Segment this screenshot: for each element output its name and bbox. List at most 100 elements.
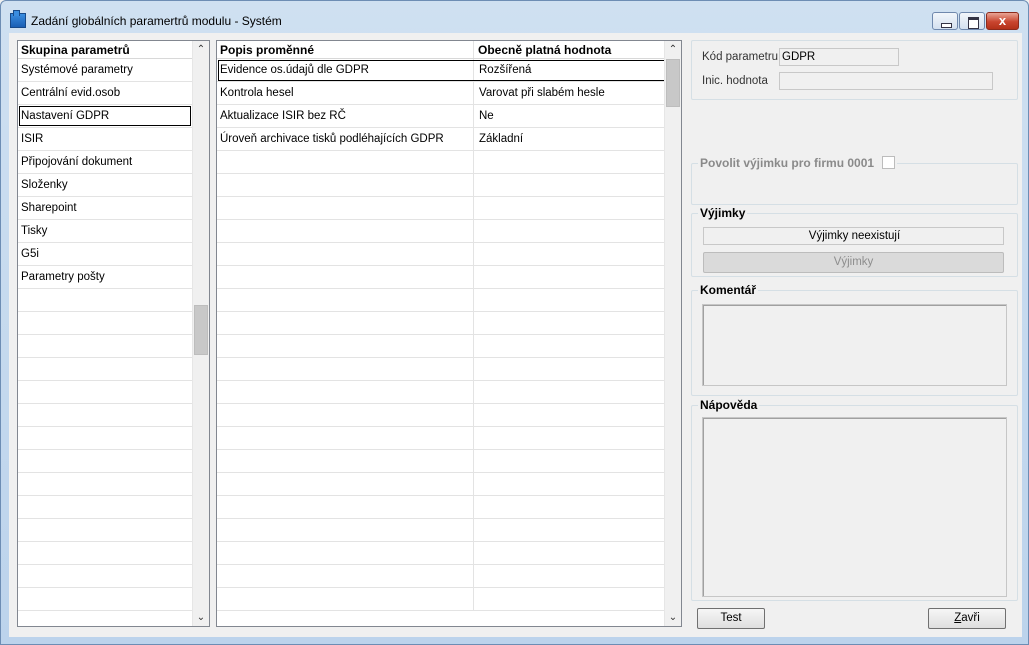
list-item[interactable] [18, 381, 192, 404]
table-row[interactable] [217, 588, 666, 611]
parameter-group-label: Tisky [21, 225, 48, 237]
left-scroll-thumb[interactable] [194, 305, 208, 355]
scroll-down-icon[interactable]: ⌄ [193, 609, 209, 626]
komentar-textarea[interactable] [702, 304, 1007, 386]
table-row[interactable] [217, 358, 666, 381]
close-button[interactable]: x [986, 12, 1019, 30]
empty-cell [474, 312, 666, 334]
empty-cell [474, 174, 666, 196]
table-row[interactable] [217, 312, 666, 335]
middle-scrollbar[interactable]: ⌃ ⌄ [664, 41, 681, 626]
list-item[interactable] [18, 542, 192, 565]
hodnota-cell: Rozšířená [479, 64, 532, 76]
list-item[interactable]: Systémové parametry [18, 59, 192, 82]
list-item[interactable]: G5i [18, 243, 192, 266]
list-item[interactable] [18, 312, 192, 335]
middle-scroll-thumb[interactable] [666, 59, 680, 107]
vyjimky-title: Výjimky [698, 206, 748, 220]
empty-cell [18, 496, 192, 518]
empty-cell [217, 243, 474, 265]
empty-cell [474, 289, 666, 311]
list-item[interactable] [18, 565, 192, 588]
scroll-up-icon[interactable]: ⌃ [665, 41, 681, 58]
list-item[interactable] [18, 588, 192, 611]
empty-cell [474, 335, 666, 357]
table-row[interactable] [217, 542, 666, 565]
empty-cell [474, 151, 666, 173]
scroll-up-icon[interactable]: ⌃ [193, 41, 209, 58]
table-row[interactable] [217, 381, 666, 404]
list-item[interactable]: Připojování dokument [18, 151, 192, 174]
empty-cell [474, 358, 666, 380]
empty-cell [217, 519, 474, 541]
list-item[interactable] [18, 450, 192, 473]
table-row[interactable] [217, 174, 666, 197]
parameter-grid[interactable]: Popis proměnné Obecně platná hodnota Evi… [216, 40, 682, 627]
table-row[interactable] [217, 197, 666, 220]
list-item[interactable] [18, 496, 192, 519]
parameter-group-rows: Systémové parametry Centrální evid.osob Na… [18, 59, 192, 611]
list-item[interactable] [18, 289, 192, 312]
list-item[interactable] [18, 404, 192, 427]
list-item[interactable]: ISIR [18, 128, 192, 151]
test-button[interactable]: Test [697, 608, 765, 629]
list-item[interactable] [18, 519, 192, 542]
maximize-button[interactable] [959, 12, 985, 30]
minimize-button[interactable] [932, 12, 958, 30]
list-item[interactable] [18, 473, 192, 496]
list-item[interactable]: Parametry pošty [18, 266, 192, 289]
povolit-checkbox[interactable] [882, 156, 896, 169]
table-row[interactable]: Evidence os.údajů dle GDPR Rozšířená [217, 59, 666, 82]
table-row[interactable] [217, 427, 666, 450]
list-item[interactable]: Složenky [18, 174, 192, 197]
empty-cell [474, 565, 666, 587]
list-item[interactable] [18, 427, 192, 450]
empty-cell [217, 565, 474, 587]
table-row[interactable] [217, 243, 666, 266]
table-row[interactable] [217, 289, 666, 312]
empty-cell [474, 427, 666, 449]
left-scrollbar[interactable]: ⌃ ⌄ [192, 41, 209, 626]
list-item[interactable]: Sharepoint [18, 197, 192, 220]
table-row[interactable] [217, 473, 666, 496]
close-icon: x [998, 13, 1007, 28]
hodnota-cell: Varovat při slabém hesle [479, 87, 605, 99]
inic-hodnota-field[interactable] [779, 72, 993, 90]
table-row[interactable] [217, 496, 666, 519]
list-item[interactable]: Nastavení GDPR [18, 105, 192, 128]
empty-cell [474, 496, 666, 518]
title-bar[interactable]: Zadání globálních paramertrů modulu - Sy… [1, 1, 1028, 33]
table-row[interactable] [217, 266, 666, 289]
empty-cell [474, 519, 666, 541]
window-title: Zadání globálních paramertrů modulu - Sy… [31, 14, 282, 28]
empty-cell [474, 404, 666, 426]
list-item[interactable]: Tisky [18, 220, 192, 243]
table-row[interactable] [217, 220, 666, 243]
table-row[interactable] [217, 335, 666, 358]
table-row[interactable]: Aktualizace ISIR bez RČ Ne [217, 105, 666, 128]
table-row[interactable] [217, 450, 666, 473]
list-item[interactable]: Centrální evid.osob [18, 82, 192, 105]
zavri-button[interactable]: Zavři [928, 608, 1006, 629]
table-row[interactable]: Kontrola hesel Varovat při slabém hesle [217, 82, 666, 105]
empty-cell [217, 197, 474, 219]
list-item[interactable] [18, 358, 192, 381]
empty-cell [217, 381, 474, 403]
table-row[interactable] [217, 151, 666, 174]
kod-parametru-field[interactable]: GDPR [779, 48, 899, 66]
empty-cell [18, 588, 192, 610]
povolit-label: Povolit výjimku pro firmu 0001 [700, 156, 875, 170]
parameter-group-list[interactable]: Skupina parametrů Systémové parametry Cen… [17, 40, 210, 627]
zavri-label: avři [961, 612, 980, 624]
list-item[interactable] [18, 335, 192, 358]
table-row[interactable] [217, 519, 666, 542]
napoveda-title: Nápověda [698, 398, 760, 412]
hodnota-cell: Ne [479, 110, 494, 122]
vyjimky-button[interactable]: Výjimky [703, 252, 1004, 273]
table-row[interactable] [217, 565, 666, 588]
table-row[interactable]: Úroveň archivace tisků podléhajících GDP… [217, 128, 666, 151]
empty-cell [217, 312, 474, 334]
table-row[interactable] [217, 404, 666, 427]
empty-cell [217, 427, 474, 449]
scroll-down-icon[interactable]: ⌄ [665, 609, 681, 626]
